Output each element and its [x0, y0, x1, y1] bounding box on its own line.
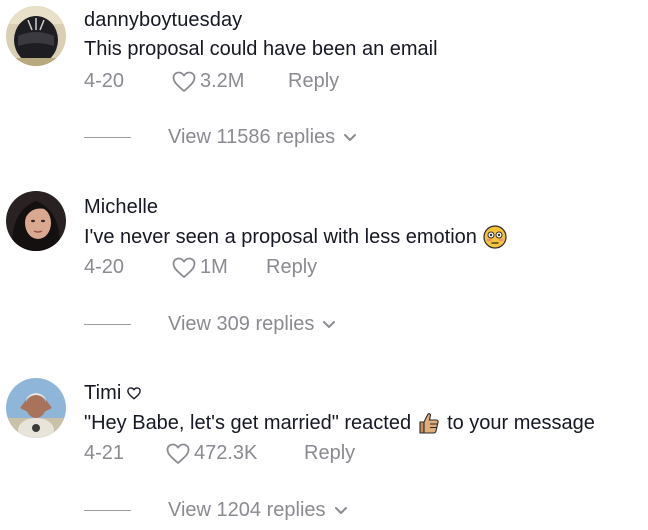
heart-icon[interactable]: [166, 443, 190, 465]
view-replies-label: View 1204 replies: [168, 499, 326, 521]
comment-meta: 4-20 3.2M Reply: [84, 70, 339, 93]
view-replies-label: View 11586 replies: [168, 126, 336, 148]
heart-icon[interactable]: [172, 257, 196, 279]
divider-line: [84, 510, 131, 511]
comment-text-label: I've never seen a proposal with less emo…: [84, 225, 477, 248]
like-count: 472.3K: [194, 442, 258, 464]
like-count: 1M: [200, 256, 228, 278]
helmet-avatar-icon: [6, 6, 66, 66]
username[interactable]: Timi: [84, 382, 142, 405]
comment-date: 4-20: [84, 256, 125, 278]
like-button[interactable]: 472.3K: [166, 442, 304, 465]
comment-text-label: This proposal could have been an email: [84, 38, 438, 60]
username[interactable]: dannyboytuesday: [84, 9, 242, 32]
comment-meta: 4-20 1M Reply: [84, 256, 317, 279]
comment-text: I've never seen a proposal with less emo…: [84, 225, 507, 249]
view-replies-button[interactable]: View 1204 replies: [84, 499, 348, 522]
comment-text-after: to your message: [447, 411, 595, 434]
divider-line: [84, 324, 131, 325]
small-heart-icon: [127, 387, 142, 400]
view-replies-button[interactable]: View 11586 replies: [84, 126, 357, 149]
woman-avatar-icon: [6, 191, 66, 251]
comment-text: "Hey Babe, let's get married" reacted to…: [84, 411, 595, 435]
view-replies-button[interactable]: View 309 replies: [84, 313, 336, 336]
reply-button[interactable]: Reply: [304, 442, 355, 465]
like-button[interactable]: 3.2M: [172, 70, 288, 93]
comment-date: 4-20: [84, 70, 125, 92]
username-label: Timi: [84, 382, 122, 404]
man-avatar-icon: [6, 378, 66, 438]
reply-button[interactable]: Reply: [288, 70, 339, 93]
username-label: Michelle: [84, 196, 159, 218]
flushed-face-icon: [483, 225, 507, 249]
like-count: 3.2M: [200, 70, 245, 92]
view-replies-label: View 309 replies: [168, 313, 315, 335]
heart-icon[interactable]: [172, 71, 196, 93]
comment-meta: 4-21 472.3K Reply: [84, 442, 355, 465]
username[interactable]: Michelle: [84, 196, 158, 219]
comment-text: This proposal could have been an email: [84, 38, 438, 61]
username-label: dannyboytuesday: [84, 9, 243, 31]
chevron-down-icon: [343, 133, 357, 143]
avatar[interactable]: [6, 191, 66, 251]
divider-line: [84, 137, 131, 138]
chevron-down-icon: [322, 320, 336, 330]
thumbs-up-icon: [417, 411, 441, 435]
like-button[interactable]: 1M: [172, 256, 266, 279]
comment-date: 4-21: [84, 442, 125, 464]
chevron-down-icon: [334, 506, 348, 516]
comment-text-before: "Hey Babe, let's get married" reacted: [84, 411, 412, 434]
reply-button[interactable]: Reply: [266, 256, 317, 279]
avatar[interactable]: [6, 378, 66, 438]
avatar[interactable]: [6, 6, 66, 66]
